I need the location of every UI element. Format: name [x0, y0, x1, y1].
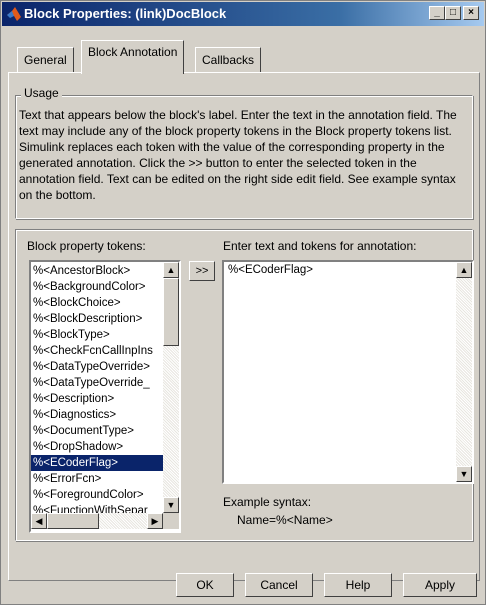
- apply-button[interactable]: Apply: [403, 573, 477, 597]
- scroll-down-icon[interactable]: ▼: [163, 497, 179, 513]
- token-list-item[interactable]: %<BlockChoice>: [31, 295, 165, 311]
- example-syntax-value: Name=%<Name>: [237, 513, 333, 527]
- token-list-item[interactable]: %<CheckFcnCallInpIns: [31, 343, 165, 359]
- token-list-item[interactable]: %<DocumentType>: [31, 423, 165, 439]
- annotation-vscroll-track[interactable]: [456, 262, 472, 482]
- example-syntax-label: Example syntax:: [223, 495, 312, 509]
- scroll-up-icon[interactable]: ▲: [163, 262, 179, 278]
- ok-button[interactable]: OK: [176, 573, 234, 597]
- annotation-textarea[interactable]: %<ECoderFlag> ▲ ▼: [222, 260, 474, 484]
- scroll-up-icon[interactable]: ▲: [456, 262, 472, 278]
- token-list-item[interactable]: %<DropShadow>: [31, 439, 165, 455]
- token-list-item[interactable]: %<Description>: [31, 391, 165, 407]
- tab-callbacks[interactable]: Callbacks: [195, 47, 262, 73]
- maximize-icon[interactable]: □: [445, 6, 461, 20]
- tokens-hscroll-thumb[interactable]: [47, 513, 99, 529]
- token-list-item[interactable]: %<Diagnostics>: [31, 407, 165, 423]
- title-bar[interactable]: Block Properties: (link)DocBlock _ □ ×: [2, 2, 484, 26]
- minimize-icon[interactable]: _: [429, 6, 445, 20]
- tab-general[interactable]: General: [17, 47, 74, 73]
- token-list-item[interactable]: %<BackgroundColor>: [31, 279, 165, 295]
- usage-legend: Usage: [21, 86, 62, 100]
- tab-block-annotation[interactable]: Block Annotation: [81, 40, 185, 74]
- tab-general-label: General: [24, 53, 67, 67]
- tokens-listbox[interactable]: %<AncestorBlock> %<BackgroundColor> %<Bloc…: [29, 260, 181, 533]
- annotation-label: Enter text and tokens for annotation:: [223, 239, 417, 253]
- tokens-vscroll-thumb[interactable]: [163, 278, 179, 346]
- tokens-list: %<AncestorBlock> %<BackgroundColor> %<Bloc…: [31, 263, 165, 519]
- close-icon[interactable]: ×: [463, 6, 479, 20]
- annotation-text[interactable]: %<ECoderFlag>: [228, 264, 313, 276]
- cancel-button[interactable]: Cancel: [245, 573, 313, 597]
- tab-block-annotation-label: Block Annotation: [88, 45, 178, 59]
- tab-callbacks-label: Callbacks: [202, 53, 255, 67]
- tokens-label: Block property tokens:: [27, 239, 146, 253]
- token-list-item[interactable]: %<BlockType>: [31, 327, 165, 343]
- scroll-left-icon[interactable]: ◀: [31, 513, 47, 529]
- token-list-item[interactable]: %<ErrorFcn>: [31, 471, 165, 487]
- token-list-item[interactable]: %<BlockDescription>: [31, 311, 165, 327]
- help-button[interactable]: Help: [324, 573, 392, 597]
- window-title: Block Properties: (link)DocBlock: [24, 6, 227, 21]
- token-list-item[interactable]: %<ForegroundColor>: [31, 487, 165, 503]
- token-list-item[interactable]: %<ECoderFlag>: [31, 455, 165, 471]
- token-list-item[interactable]: %<DataTypeOverride>: [31, 359, 165, 375]
- scroll-corner: [163, 513, 179, 529]
- usage-text: Text that appears below the block's labe…: [19, 108, 457, 202]
- block-properties-dialog: Block Properties: (link)DocBlock _ □ × G…: [0, 0, 486, 605]
- scroll-down-icon[interactable]: ▼: [456, 466, 472, 482]
- matlab-logo-icon: [7, 7, 21, 21]
- insert-token-button[interactable]: >>: [189, 261, 215, 281]
- token-list-item[interactable]: %<DataTypeOverride_: [31, 375, 165, 391]
- token-list-item[interactable]: %<AncestorBlock>: [31, 263, 165, 279]
- scroll-right-icon[interactable]: ▶: [147, 513, 163, 529]
